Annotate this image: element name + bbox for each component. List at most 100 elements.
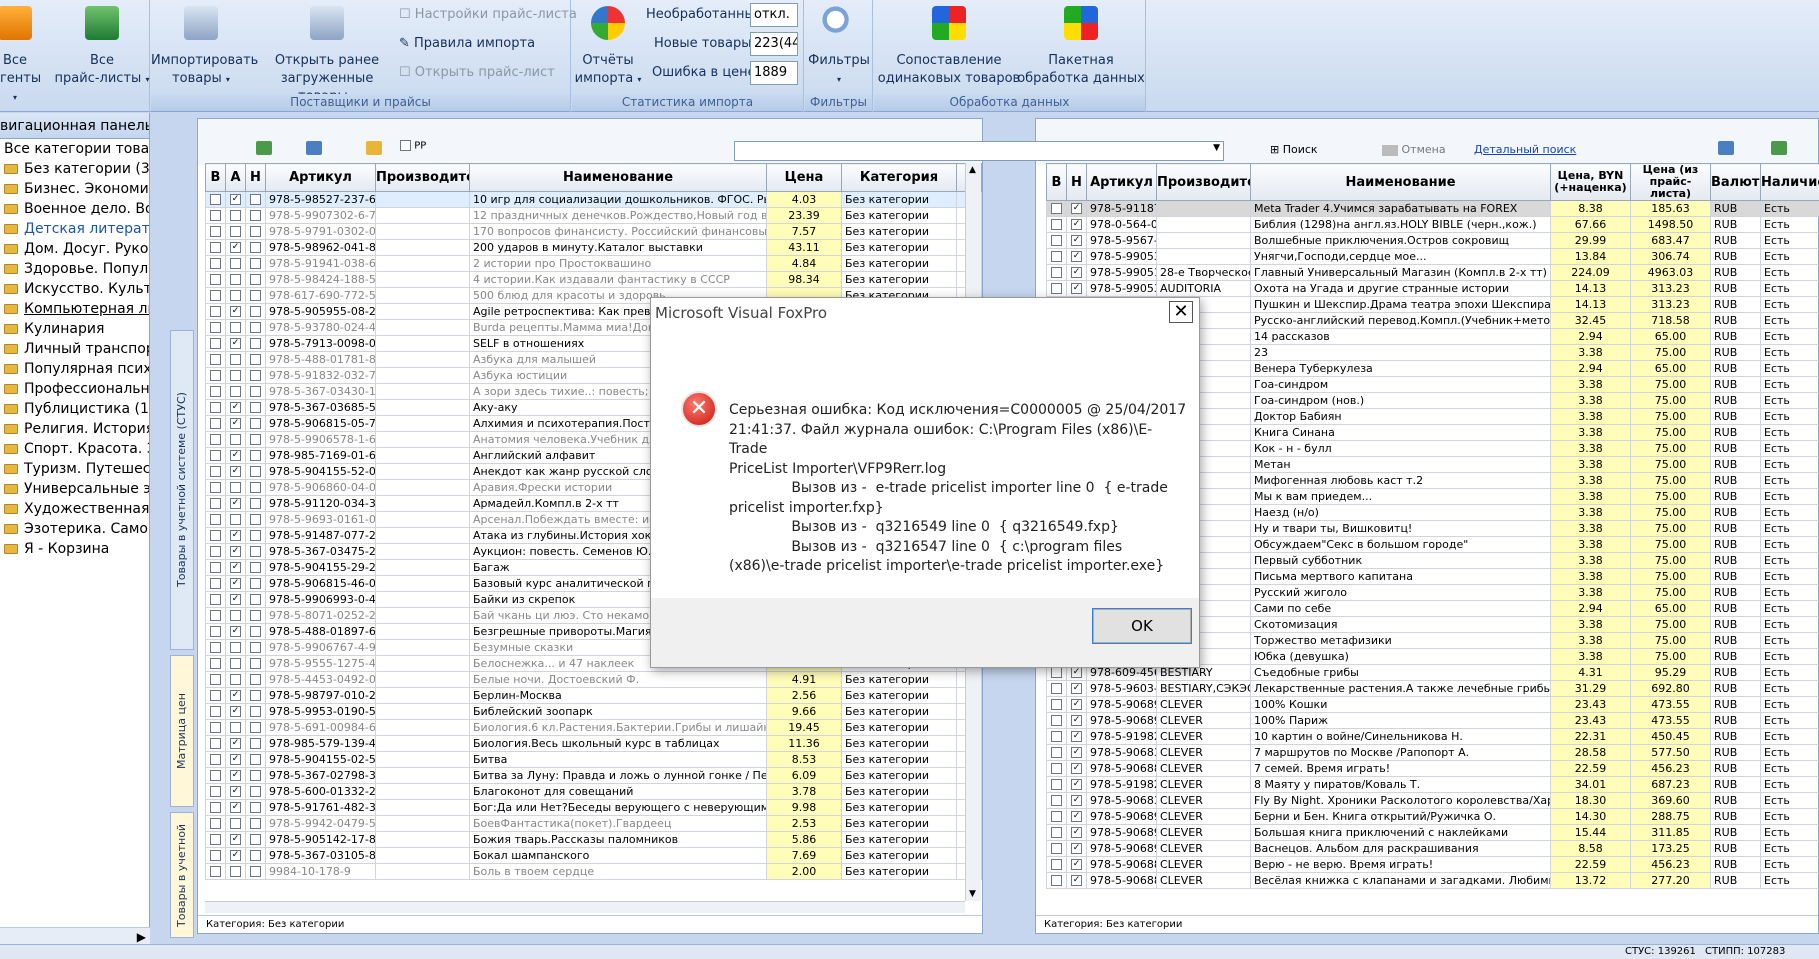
checkbox[interactable] bbox=[250, 658, 261, 669]
checkbox-cell[interactable]: ✓ bbox=[225, 495, 246, 512]
category-item[interactable]: Все категории товар bbox=[0, 139, 149, 159]
checkbox[interactable]: ✓ bbox=[1071, 203, 1082, 214]
checkbox[interactable] bbox=[250, 258, 261, 269]
checkbox[interactable] bbox=[230, 354, 241, 365]
checkbox-cell[interactable]: ✓ bbox=[1066, 696, 1087, 713]
checkbox-cell[interactable] bbox=[205, 703, 226, 720]
checkbox-cell[interactable]: ✓ bbox=[225, 527, 246, 544]
checkbox-cell[interactable] bbox=[205, 447, 226, 464]
checkbox-cell[interactable] bbox=[225, 671, 246, 688]
checkbox[interactable] bbox=[230, 482, 241, 493]
table-row[interactable]: ✓ 978-5-990534 Унягчи,Господи,сердце мое..… bbox=[1046, 248, 1819, 265]
checkbox[interactable]: ✓ bbox=[230, 466, 241, 477]
checkbox-cell[interactable] bbox=[245, 751, 266, 768]
checkbox-cell[interactable]: ✓ bbox=[225, 399, 246, 416]
checkbox-cell[interactable] bbox=[1046, 776, 1067, 793]
checkbox-cell[interactable] bbox=[245, 543, 266, 560]
checkbox[interactable]: ✓ bbox=[230, 306, 241, 317]
export-icon[interactable] bbox=[256, 141, 272, 155]
column-header[interactable]: В bbox=[205, 163, 226, 192]
checkbox-cell[interactable] bbox=[245, 383, 266, 400]
checkbox[interactable] bbox=[250, 450, 261, 461]
checkbox-cell[interactable]: ✓ bbox=[1066, 280, 1087, 297]
checkbox[interactable] bbox=[210, 594, 221, 605]
checkbox[interactable] bbox=[1051, 219, 1062, 230]
checkbox-cell[interactable] bbox=[205, 623, 226, 640]
checkbox[interactable] bbox=[250, 626, 261, 637]
table-row[interactable]: ✓ 978-5-98962-041-8 200 ударов в минуту.Ка… bbox=[205, 239, 982, 256]
table-row[interactable]: 978-5-4453-0492-0 Белые ночи. Достоевский… bbox=[205, 671, 982, 688]
checkbox[interactable] bbox=[210, 322, 221, 333]
checkbox-cell[interactable] bbox=[245, 223, 266, 240]
checkbox[interactable] bbox=[1051, 731, 1062, 742]
checkbox[interactable] bbox=[210, 770, 221, 781]
checkbox[interactable]: ✓ bbox=[230, 706, 241, 717]
checkbox[interactable] bbox=[230, 386, 241, 397]
checkbox[interactable] bbox=[210, 562, 221, 573]
checkbox-cell[interactable] bbox=[245, 367, 266, 384]
checkbox[interactable] bbox=[230, 674, 241, 685]
checkbox[interactable] bbox=[210, 514, 221, 525]
checkbox[interactable] bbox=[250, 594, 261, 605]
category-item[interactable]: Кулинария bbox=[0, 319, 149, 339]
checkbox[interactable] bbox=[230, 642, 241, 653]
checkbox-cell[interactable] bbox=[225, 607, 246, 624]
checkbox-cell[interactable]: ✓ bbox=[225, 575, 246, 592]
checkbox-cell[interactable] bbox=[205, 575, 226, 592]
scroll-right-icon[interactable]: ▶ bbox=[137, 930, 146, 944]
checkbox-cell[interactable] bbox=[1046, 824, 1067, 841]
checkbox-cell[interactable] bbox=[245, 431, 266, 448]
checkbox[interactable] bbox=[210, 258, 221, 269]
checkbox[interactable]: ✓ bbox=[1071, 859, 1082, 870]
checkbox[interactable]: ✓ bbox=[1071, 219, 1082, 230]
checkbox-cell[interactable] bbox=[245, 575, 266, 592]
checkbox-cell[interactable] bbox=[245, 703, 266, 720]
checkbox[interactable] bbox=[230, 210, 241, 221]
checkbox[interactable] bbox=[250, 306, 261, 317]
checkbox-cell[interactable] bbox=[225, 383, 246, 400]
table-row[interactable]: ✓ 978-5-906899CLEVER100% Париж23.43473.55… bbox=[1046, 712, 1819, 729]
checkbox-cell[interactable] bbox=[245, 319, 266, 336]
table-row[interactable]: ✓ 978-5-906899CLEVER100% Кошки23.43473.55… bbox=[1046, 696, 1819, 713]
checkbox-cell[interactable]: ✓ bbox=[1066, 840, 1087, 857]
column-header[interactable]: Артикул bbox=[1086, 163, 1157, 201]
checkbox-cell[interactable] bbox=[205, 383, 226, 400]
checkbox[interactable] bbox=[250, 402, 261, 413]
checkbox-cell[interactable] bbox=[245, 735, 266, 752]
cancel-button[interactable]: Отмена bbox=[1382, 143, 1446, 156]
checkbox-cell[interactable] bbox=[225, 655, 246, 672]
checkbox[interactable] bbox=[250, 818, 261, 829]
all-agents-button[interactable]: Все агенты ▾ bbox=[0, 0, 41, 102]
checkbox[interactable]: ✓ bbox=[230, 546, 241, 557]
table-row[interactable]: 978-5-9791-0302-0 170 вопросов финансисту… bbox=[205, 223, 982, 240]
checkbox[interactable]: ✓ bbox=[230, 754, 241, 765]
match-goods-button[interactable]: Сопоставление одинаковых товаров ▾ bbox=[876, 0, 1022, 102]
checkbox-cell[interactable] bbox=[225, 863, 246, 880]
import-rules-button[interactable]: ✎ Правила импорта bbox=[399, 33, 535, 55]
checkbox-cell[interactable] bbox=[205, 255, 226, 272]
sort-icon[interactable] bbox=[1718, 141, 1734, 155]
checkbox[interactable] bbox=[210, 850, 221, 861]
checkbox-cell[interactable] bbox=[245, 495, 266, 512]
checkbox-cell[interactable] bbox=[205, 847, 226, 864]
checkbox-cell[interactable] bbox=[245, 335, 266, 352]
checkbox[interactable] bbox=[250, 754, 261, 765]
checkbox-cell[interactable]: ✓ bbox=[1066, 872, 1087, 889]
table-row[interactable]: ✓ 978-985-579-139-4 Биология.Весь школьный… bbox=[205, 735, 982, 752]
table-row[interactable]: ✓ 978-5-600-01332-2 Благоконот для совещан… bbox=[205, 783, 982, 800]
checkbox[interactable]: ✓ bbox=[1071, 699, 1082, 710]
checkbox[interactable]: ✓ bbox=[1071, 747, 1082, 758]
checkbox-cell[interactable] bbox=[205, 239, 226, 256]
checkbox[interactable] bbox=[250, 674, 261, 685]
table-row[interactable]: 978-5-91941-038-6 2 истории про Простоква… bbox=[205, 255, 982, 272]
checkbox[interactable] bbox=[210, 786, 221, 797]
checkbox-cell[interactable] bbox=[1046, 792, 1067, 809]
checkbox[interactable] bbox=[250, 498, 261, 509]
batch-processing-button[interactable]: Пакетная обработка данных ▾ bbox=[1016, 0, 1146, 102]
checkbox-cell[interactable] bbox=[225, 351, 246, 368]
column-header[interactable]: Наличие bbox=[1760, 163, 1819, 201]
checkbox-cell[interactable] bbox=[205, 655, 226, 672]
table-row[interactable]: ✓ 978-5-905142-17-8 Божия тварь.Рассказы п… bbox=[205, 831, 982, 848]
checkbox[interactable]: ✓ bbox=[230, 194, 241, 205]
checkbox[interactable] bbox=[210, 434, 221, 445]
